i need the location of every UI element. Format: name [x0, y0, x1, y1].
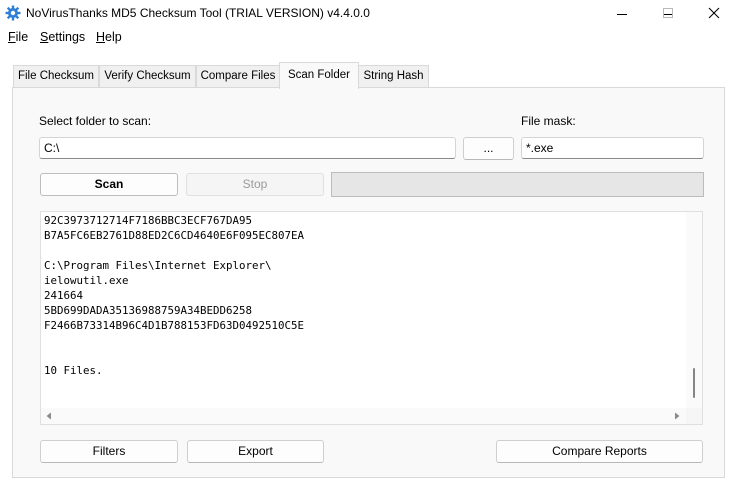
browse-button[interactable]: ...	[463, 137, 514, 160]
scan-progress-bar	[331, 172, 704, 197]
menu-help-accel: H	[96, 30, 106, 44]
folder-input[interactable]: C:\	[39, 137, 456, 159]
menu-settings[interactable]: Settings	[40, 28, 85, 47]
tab-label: File Checksum	[17, 70, 95, 82]
result-line: 10 Files.	[44, 364, 103, 377]
maximize-icon[interactable]	[662, 7, 674, 19]
vertical-scrollbar[interactable]	[686, 212, 702, 409]
minimize-icon[interactable]	[616, 8, 628, 20]
menu-settings-label: ettings	[48, 30, 86, 44]
tab-label: String Hash	[363, 70, 424, 82]
tab-label: Verify Checksum	[104, 70, 191, 82]
scan-button[interactable]: Scan	[40, 173, 178, 196]
result-line	[44, 243, 304, 258]
results-text: 92C3973712714F7186BBC3ECF767DA95 B7A5FC6E…	[44, 213, 304, 378]
result-line: F2466B73314B96C4D1B788153FD63D0492510C5E	[44, 319, 305, 332]
result-line: ielowutil.exe	[44, 274, 129, 287]
tab-label: Compare Files	[200, 70, 276, 82]
result-line: 241664	[44, 289, 84, 302]
tab-verify-checksum[interactable]: Verify Checksum	[99, 65, 196, 87]
horizontal-scrollbar[interactable]	[41, 408, 686, 424]
result-line	[44, 348, 304, 363]
filters-button[interactable]: Filters	[40, 440, 178, 463]
stop-button[interactable]: Stop	[186, 173, 324, 196]
menu-bar: File Settings Help	[0, 28, 738, 48]
result-line: 5BD699DADA35136988759A34BEDD6258	[44, 304, 253, 317]
tab-label: Scan Folder	[287, 69, 350, 81]
menu-help[interactable]: Help	[96, 28, 122, 47]
file-mask-label: File mask:	[521, 114, 576, 128]
result-line: C:\Program Files\Internet Explorer\	[44, 259, 272, 272]
folder-label: Select folder to scan:	[39, 114, 152, 128]
scroll-right-icon[interactable]	[673, 412, 681, 420]
menu-file-label: ile	[15, 30, 29, 44]
result-line	[44, 333, 304, 348]
tab-string-hash[interactable]: String Hash	[358, 65, 429, 87]
menu-help-label: elp	[105, 30, 122, 44]
scroll-left-icon[interactable]	[45, 412, 53, 420]
scan-results-textarea[interactable]: 92C3973712714F7186BBC3ECF767DA95 B7A5FC6E…	[40, 211, 703, 425]
close-icon[interactable]	[708, 7, 720, 19]
menu-file[interactable]: File	[8, 28, 28, 47]
result-line: B7A5FC6EB2761D88ED2C6CD4640E6F095EC807EA	[44, 229, 305, 242]
tab-compare-files[interactable]: Compare Files	[196, 65, 280, 87]
tab-file-checksum[interactable]: File Checksum	[13, 65, 99, 87]
vertical-scroll-thumb[interactable]	[693, 368, 695, 398]
export-button[interactable]: Export	[187, 440, 324, 463]
menu-file-accel: F	[8, 30, 16, 44]
result-line: 92C3973712714F7186BBC3ECF767DA95	[44, 214, 253, 227]
gear-icon	[5, 5, 21, 21]
tab-scan-folder[interactable]: Scan Folder	[279, 62, 359, 89]
app-window: NoVirusThanks MD5 Checksum Tool (TRIAL V…	[0, 0, 738, 491]
scrollbar-corner	[686, 408, 702, 424]
window-title: NoVirusThanks MD5 Checksum Tool (TRIAL V…	[26, 6, 370, 20]
compare-reports-button[interactable]: Compare Reports	[496, 440, 703, 463]
file-mask-input[interactable]: *.exe	[521, 137, 704, 159]
